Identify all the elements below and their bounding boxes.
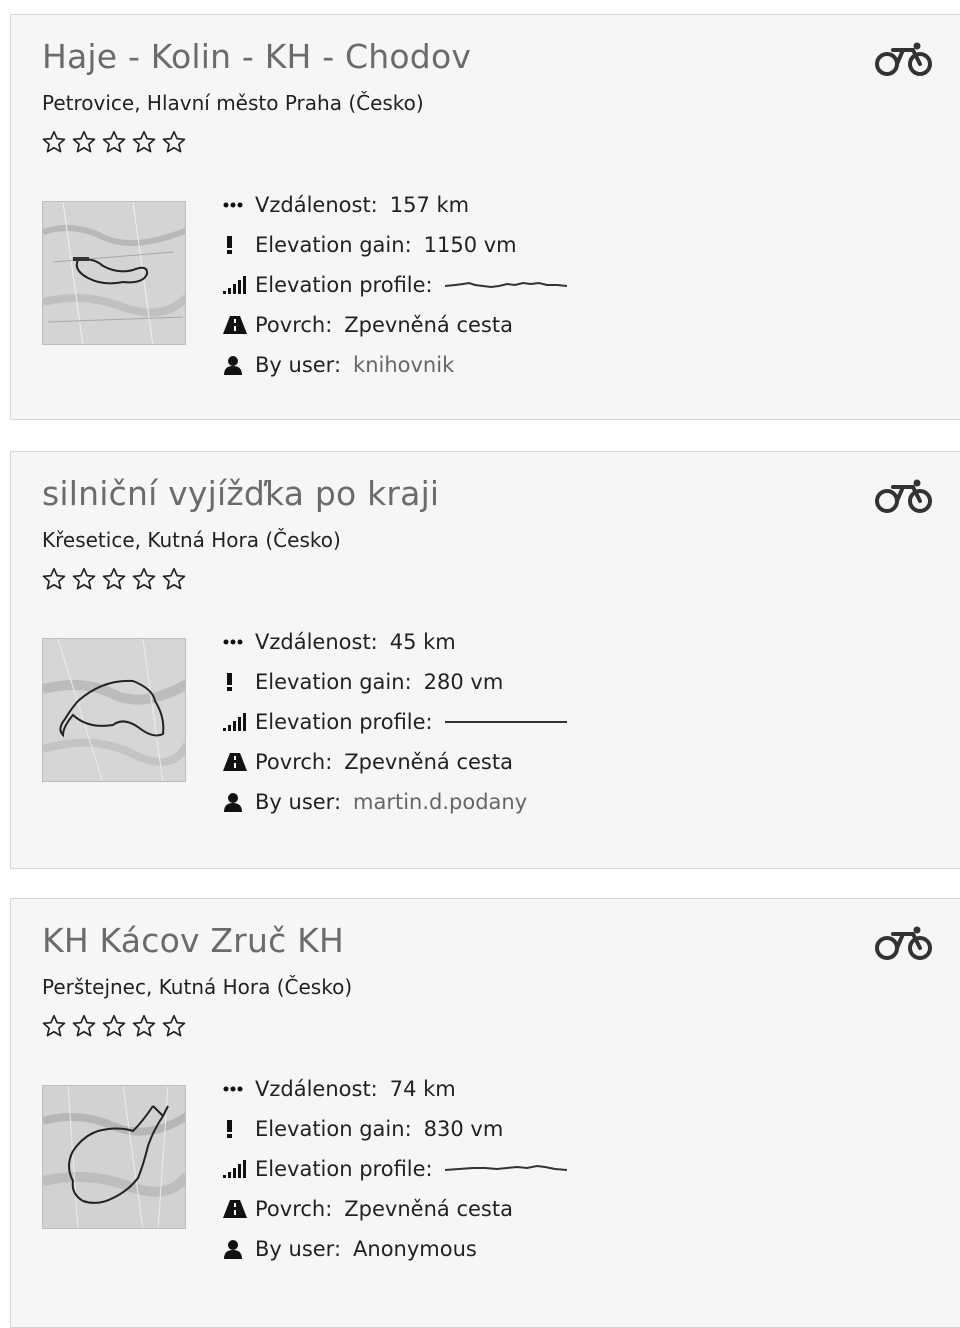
elevation-gain-value: 1150 vm — [423, 233, 517, 257]
road-icon — [223, 314, 249, 336]
route-location: Petrovice, Hlavní město Praha (Česko) — [42, 91, 424, 115]
elevation-gain-label: Elevation gain: — [255, 1117, 412, 1141]
surface-value: Zpevněná cesta — [344, 750, 513, 774]
surface-value: Zpevněná cesta — [344, 1197, 513, 1221]
user-link[interactable]: martin.d.podany — [353, 790, 527, 814]
exclamation-icon — [223, 234, 249, 256]
route-card[interactable]: KH Kácov Zruč KH Perštejnec, Kutná Hora … — [10, 898, 960, 1328]
surface-label: Povrch: — [255, 1197, 333, 1221]
elevation-profile-label: Elevation profile: — [255, 1157, 433, 1181]
bicycle-icon — [875, 926, 932, 960]
star-outline-icon[interactable] — [71, 1013, 97, 1039]
route-map-thumbnail[interactable] — [42, 638, 186, 782]
by-user-label: By user: — [255, 790, 342, 814]
elevation-profile-row: Elevation profile: — [223, 265, 567, 305]
route-map-thumbnail[interactable] — [42, 201, 186, 345]
distance-value: 74 km — [389, 1077, 456, 1101]
route-title[interactable]: Haje - Kolin - KH - Chodov — [42, 37, 471, 76]
elevation-gain-value: 830 vm — [423, 1117, 504, 1141]
surface-label: Povrch: — [255, 313, 333, 337]
star-outline-icon[interactable] — [131, 1013, 157, 1039]
route-location: Perštejnec, Kutná Hora (Česko) — [42, 975, 353, 999]
elevation-gain-label: Elevation gain: — [255, 233, 412, 257]
dots-icon — [223, 194, 249, 216]
elevation-profile-row: Elevation profile: — [223, 1149, 567, 1189]
elevation-gain-label: Elevation gain: — [255, 670, 412, 694]
user-name: Anonymous — [353, 1237, 477, 1261]
user-icon — [223, 354, 249, 376]
road-icon — [223, 751, 249, 773]
surface-row: Povrch: Zpevněná cesta — [223, 305, 567, 345]
elevation-gain-row: Elevation gain: 830 vm — [223, 1109, 567, 1149]
user-link[interactable]: knihovnik — [353, 353, 454, 377]
signal-bars-icon — [223, 711, 249, 733]
surface-row: Povrch: Zpevněná cesta — [223, 1189, 567, 1229]
surface-value: Zpevněná cesta — [344, 313, 513, 337]
rating-stars[interactable] — [41, 1013, 187, 1039]
elevation-profile-row: Elevation profile: — [223, 702, 567, 742]
elevation-gain-value: 280 vm — [423, 670, 504, 694]
elevation-gain-row: Elevation gain: 280 vm — [223, 662, 567, 702]
star-outline-icon[interactable] — [161, 566, 187, 592]
distance-label: Vzdálenost: — [255, 630, 378, 654]
by-user-label: By user: — [255, 1237, 342, 1261]
distance-value: 157 km — [389, 193, 470, 217]
star-outline-icon[interactable] — [101, 129, 127, 155]
by-user-label: By user: — [255, 353, 342, 377]
star-outline-icon[interactable] — [131, 566, 157, 592]
star-outline-icon[interactable] — [161, 1013, 187, 1039]
star-outline-icon[interactable] — [71, 129, 97, 155]
user-icon — [223, 1238, 249, 1260]
route-details: Vzdálenost: 157 km Elevation gain: 1150 … — [223, 185, 567, 385]
distance-row: Vzdálenost: 157 km — [223, 185, 567, 225]
user-row: By user: martin.d.podany — [223, 782, 567, 822]
bicycle-icon — [875, 42, 932, 76]
distance-label: Vzdálenost: — [255, 193, 378, 217]
elevation-gain-row: Elevation gain: 1150 vm — [223, 225, 567, 265]
bicycle-icon — [875, 479, 932, 513]
route-card[interactable]: silniční vyjížďka po kraji Křesetice, Ku… — [10, 451, 960, 869]
exclamation-icon — [223, 1118, 249, 1140]
surface-label: Povrch: — [255, 750, 333, 774]
signal-bars-icon — [223, 1158, 249, 1180]
rating-stars[interactable] — [41, 566, 187, 592]
distance-row: Vzdálenost: 45 km — [223, 622, 567, 662]
elevation-profile-sparkline — [444, 281, 567, 289]
rating-stars[interactable] — [41, 129, 187, 155]
route-details: Vzdálenost: 45 km Elevation gain: 280 vm… — [223, 622, 567, 822]
elevation-profile-label: Elevation profile: — [255, 273, 433, 297]
star-outline-icon[interactable] — [161, 129, 187, 155]
route-title[interactable]: KH Kácov Zruč KH — [42, 921, 344, 960]
star-outline-icon[interactable] — [41, 566, 67, 592]
star-outline-icon[interactable] — [101, 1013, 127, 1039]
surface-row: Povrch: Zpevněná cesta — [223, 742, 567, 782]
exclamation-icon — [223, 671, 249, 693]
user-icon — [223, 791, 249, 813]
elevation-profile-sparkline — [444, 721, 567, 723]
signal-bars-icon — [223, 274, 249, 296]
route-card[interactable]: Haje - Kolin - KH - Chodov Petrovice, Hl… — [10, 14, 960, 420]
user-row: By user: knihovnik — [223, 345, 567, 385]
elevation-profile-sparkline — [444, 1164, 567, 1171]
road-icon — [223, 1198, 249, 1220]
dots-icon — [223, 1078, 249, 1100]
route-map-thumbnail[interactable] — [42, 1085, 186, 1229]
distance-value: 45 km — [389, 630, 456, 654]
route-details: Vzdálenost: 74 km Elevation gain: 830 vm… — [223, 1069, 567, 1269]
route-title[interactable]: silniční vyjížďka po kraji — [42, 474, 439, 513]
route-location: Křesetice, Kutná Hora (Česko) — [42, 528, 341, 552]
star-outline-icon[interactable] — [71, 566, 97, 592]
elevation-profile-label: Elevation profile: — [255, 710, 433, 734]
star-outline-icon[interactable] — [131, 129, 157, 155]
star-outline-icon[interactable] — [101, 566, 127, 592]
distance-row: Vzdálenost: 74 km — [223, 1069, 567, 1109]
star-outline-icon[interactable] — [41, 129, 67, 155]
star-outline-icon[interactable] — [41, 1013, 67, 1039]
distance-label: Vzdálenost: — [255, 1077, 378, 1101]
user-row: By user: Anonymous — [223, 1229, 567, 1269]
dots-icon — [223, 631, 249, 653]
